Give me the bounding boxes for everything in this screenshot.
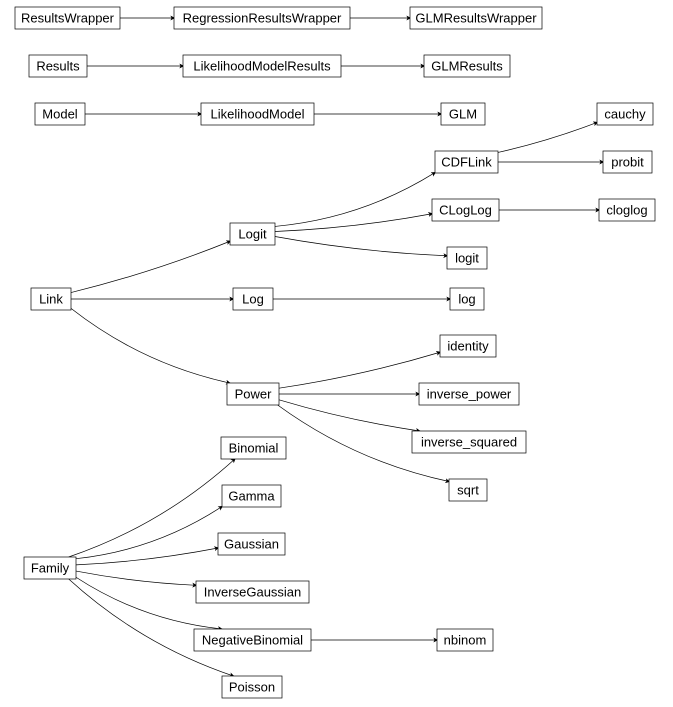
edge-Family-to-Binomial <box>69 459 235 557</box>
node-label: logit <box>455 250 479 265</box>
node-Poisson: Poisson <box>222 676 282 698</box>
node-NegativeBinomial: NegativeBinomial <box>194 629 311 651</box>
node-label: CLogLog <box>439 202 492 217</box>
node-ResultsWrapper: ResultsWrapper <box>15 7 120 29</box>
node-label: LikelihoodModel <box>211 106 305 121</box>
edge-Logit-to-CLogLog <box>275 214 432 232</box>
node-label: LikelihoodModelResults <box>193 58 331 73</box>
node-label: GLMResultsWrapper <box>415 10 537 25</box>
node-logit: logit <box>447 247 487 269</box>
node-label: Binomial <box>229 440 279 455</box>
edge-Logit-to-logit <box>275 237 447 256</box>
node-label: nbinom <box>444 632 487 647</box>
edge-Family-to-InverseGaussian <box>76 571 196 585</box>
node-RegressionResultsWrapper: RegressionResultsWrapper <box>174 7 350 29</box>
node-Gaussian: Gaussian <box>218 533 285 555</box>
node-CLogLog: CLogLog <box>432 199 499 221</box>
node-probit: probit <box>603 151 652 173</box>
node-GLMResults: GLMResults <box>424 55 510 77</box>
node-label: probit <box>611 154 644 169</box>
node-label: Logit <box>238 226 267 241</box>
node-nbinom: nbinom <box>437 629 493 651</box>
node-log: log <box>450 288 484 310</box>
edge-Family-to-Gamma <box>76 507 222 559</box>
node-inverse_power: inverse_power <box>419 383 519 405</box>
node-Power: Power <box>227 383 279 405</box>
node-label: Link <box>39 291 63 306</box>
edge-Logit-to-CDFLink <box>275 173 435 227</box>
node-label: cauchy <box>604 106 646 121</box>
node-label: inverse_squared <box>421 434 517 449</box>
node-label: CDFLink <box>441 154 492 169</box>
node-Results: Results <box>29 55 87 77</box>
node-cloglog: cloglog <box>599 199 655 221</box>
node-label: Log <box>242 291 264 306</box>
node-label: identity <box>447 338 489 353</box>
edge-Link-to-Logit <box>71 241 230 292</box>
node-label: Results <box>36 58 80 73</box>
node-GLMResultsWrapper: GLMResultsWrapper <box>410 7 542 29</box>
node-cauchy: cauchy <box>597 103 653 125</box>
node-label: Power <box>235 386 273 401</box>
node-label: inverse_power <box>427 386 512 401</box>
node-label: ResultsWrapper <box>21 10 115 25</box>
edge-Link-to-Power <box>71 308 230 383</box>
node-GLM: GLM <box>441 103 485 125</box>
node-label: Family <box>31 560 70 575</box>
node-Gamma: Gamma <box>222 485 281 507</box>
node-Link: Link <box>31 288 71 310</box>
node-Model: Model <box>35 103 85 125</box>
class-hierarchy-diagram: ResultsWrapper RegressionResultsWrapper GL… <box>0 0 673 707</box>
node-label: NegativeBinomial <box>202 632 303 647</box>
node-LikelihoodModelResults: LikelihoodModelResults <box>183 55 341 77</box>
node-CDFLink: CDFLink <box>435 151 498 173</box>
node-Binomial: Binomial <box>221 437 286 459</box>
edge-Power-to-inverse_squared <box>279 400 420 431</box>
edge-Power-to-identity <box>279 352 440 388</box>
node-identity: identity <box>440 335 496 357</box>
node-inverse_squared: inverse_squared <box>412 431 526 453</box>
node-label: GLM <box>449 106 477 121</box>
node-sqrt: sqrt <box>449 479 487 501</box>
node-label: Gamma <box>228 488 275 503</box>
node-Log: Log <box>233 288 273 310</box>
node-InverseGaussian: InverseGaussian <box>196 581 309 603</box>
edge-CDFLink-to-cauchy <box>498 122 597 152</box>
node-label: log <box>458 291 475 306</box>
node-Logit: Logit <box>230 223 275 245</box>
node-label: cloglog <box>606 202 647 217</box>
node-LikelihoodModel: LikelihoodModel <box>201 103 314 125</box>
node-label: Poisson <box>229 679 275 694</box>
edge-Family-to-Gaussian <box>76 548 218 565</box>
node-label: RegressionResultsWrapper <box>183 10 342 25</box>
node-label: sqrt <box>457 482 479 497</box>
node-label: InverseGaussian <box>204 584 302 599</box>
node-Family: Family <box>24 557 76 579</box>
node-label: Model <box>42 106 78 121</box>
node-label: GLMResults <box>431 58 503 73</box>
node-label: Gaussian <box>224 536 279 551</box>
